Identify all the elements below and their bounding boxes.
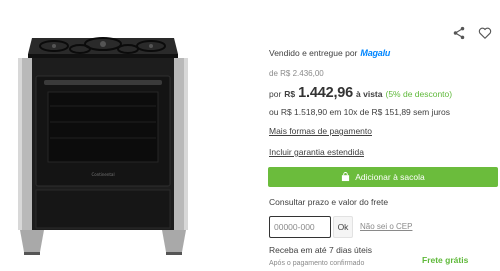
add-to-bag-label: Adicionar à sacola	[355, 172, 425, 182]
payment-methods-link[interactable]: Mais formas de pagamento	[269, 126, 372, 136]
seller-line: Vendido e entregue por Magalu	[269, 48, 390, 58]
cep-input[interactable]	[269, 216, 331, 238]
cash-label: à vista	[356, 89, 383, 99]
price-line: por R$ 1.442,96 à vista (5% de desconto)	[269, 85, 452, 101]
old-price: de R$ 2.436,00	[269, 69, 324, 78]
free-shipping-label: Frete grátis	[422, 255, 469, 265]
discount-label: (5% de desconto)	[385, 89, 453, 99]
product-image: Continental	[18, 37, 188, 255]
price-prefix: por	[269, 89, 282, 99]
freight-title: Consultar prazo e valor do frete	[269, 197, 389, 207]
seller-brand[interactable]: Magalu	[360, 48, 390, 58]
price-currency: R$	[284, 89, 296, 99]
share-icon[interactable]	[452, 26, 466, 40]
cep-help-link[interactable]: Não sei o CEP	[360, 222, 412, 231]
delivery-note: Após o pagamento confirmado	[269, 260, 365, 267]
seller-prefix: Vendido e entregue por	[269, 48, 358, 58]
add-to-bag-button[interactable]: Adicionar à sacola	[268, 167, 498, 187]
top-actions	[452, 26, 492, 40]
heart-icon[interactable]	[478, 26, 492, 40]
installments-text: ou R$ 1.518,90 em 10x de R$ 151,89 sem j…	[269, 107, 450, 117]
warranty-link[interactable]: Incluir garantia estendida	[269, 147, 364, 157]
brand-label: Continental	[91, 172, 114, 177]
bag-icon	[342, 172, 350, 182]
delivery-time: Receba em até 7 dias úteis	[269, 245, 373, 255]
main-price: 1.442,96	[298, 85, 354, 101]
cep-ok-button[interactable]: Ok	[333, 216, 353, 238]
